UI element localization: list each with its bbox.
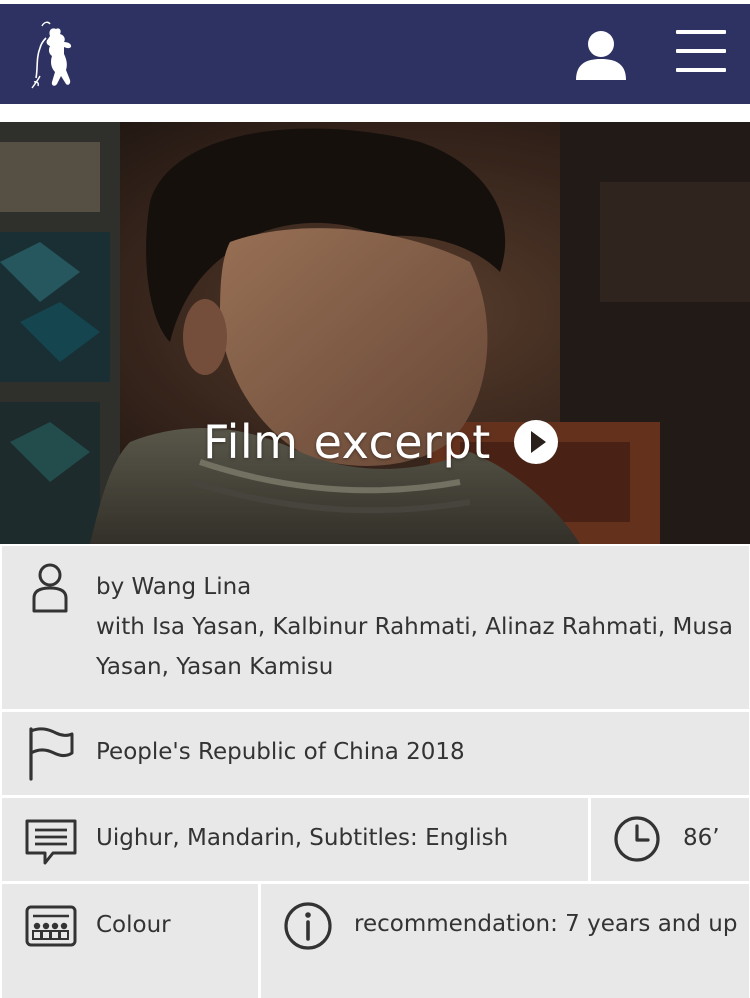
menu-line [676,30,726,34]
colour-cell: Colour [2,884,258,998]
director-text: by Wang Lina [96,574,252,600]
origin-cell: People's Republic of China 2018 [2,712,749,795]
languages-text: Uighur, Mandarin, Subtitles: English [96,825,509,851]
subtitles-speech-icon [25,819,77,865]
person-icon [32,563,68,613]
recommendation-cell: recommendation: 7 years and up [261,884,749,998]
cast-text-line2: Yasan, Yasan Kamisu [96,654,334,680]
colour-text: Colour [96,912,171,938]
hamburger-menu-button[interactable] [676,30,728,76]
user-account-button[interactable] [572,28,630,84]
languages-cell: Uighur, Mandarin, Subtitles: English [2,798,588,881]
film-still-image [0,122,750,544]
film-excerpt-control[interactable]: Film excerpt [203,412,559,472]
origin-text: People's Republic of China 2018 [96,739,465,765]
cast-text-line1: with Isa Yasan, Kalbinur Rahmati, Alinaz… [96,614,734,640]
credits-cell: by Wang Lina with Isa Yasan, Kalbinur Ra… [2,546,749,709]
clock-icon [614,816,660,862]
info-icon[interactable] [283,901,333,951]
play-circle-icon[interactable] [513,419,559,465]
flag-icon [29,727,74,781]
recommendation-text: recommendation: 7 years and up [354,911,738,937]
film-excerpt-hero[interactable]: Film excerpt [0,122,750,544]
berlinale-bear-logo-icon[interactable] [26,18,78,92]
duration-text: 86’ [683,825,720,851]
duration-cell: 86’ [591,798,749,881]
menu-line [676,68,726,72]
header-bar [0,4,750,104]
cinema-seats-icon [25,905,77,947]
user-icon [576,31,626,80]
film-excerpt-label[interactable]: Film excerpt [203,412,491,472]
menu-line [676,49,726,53]
